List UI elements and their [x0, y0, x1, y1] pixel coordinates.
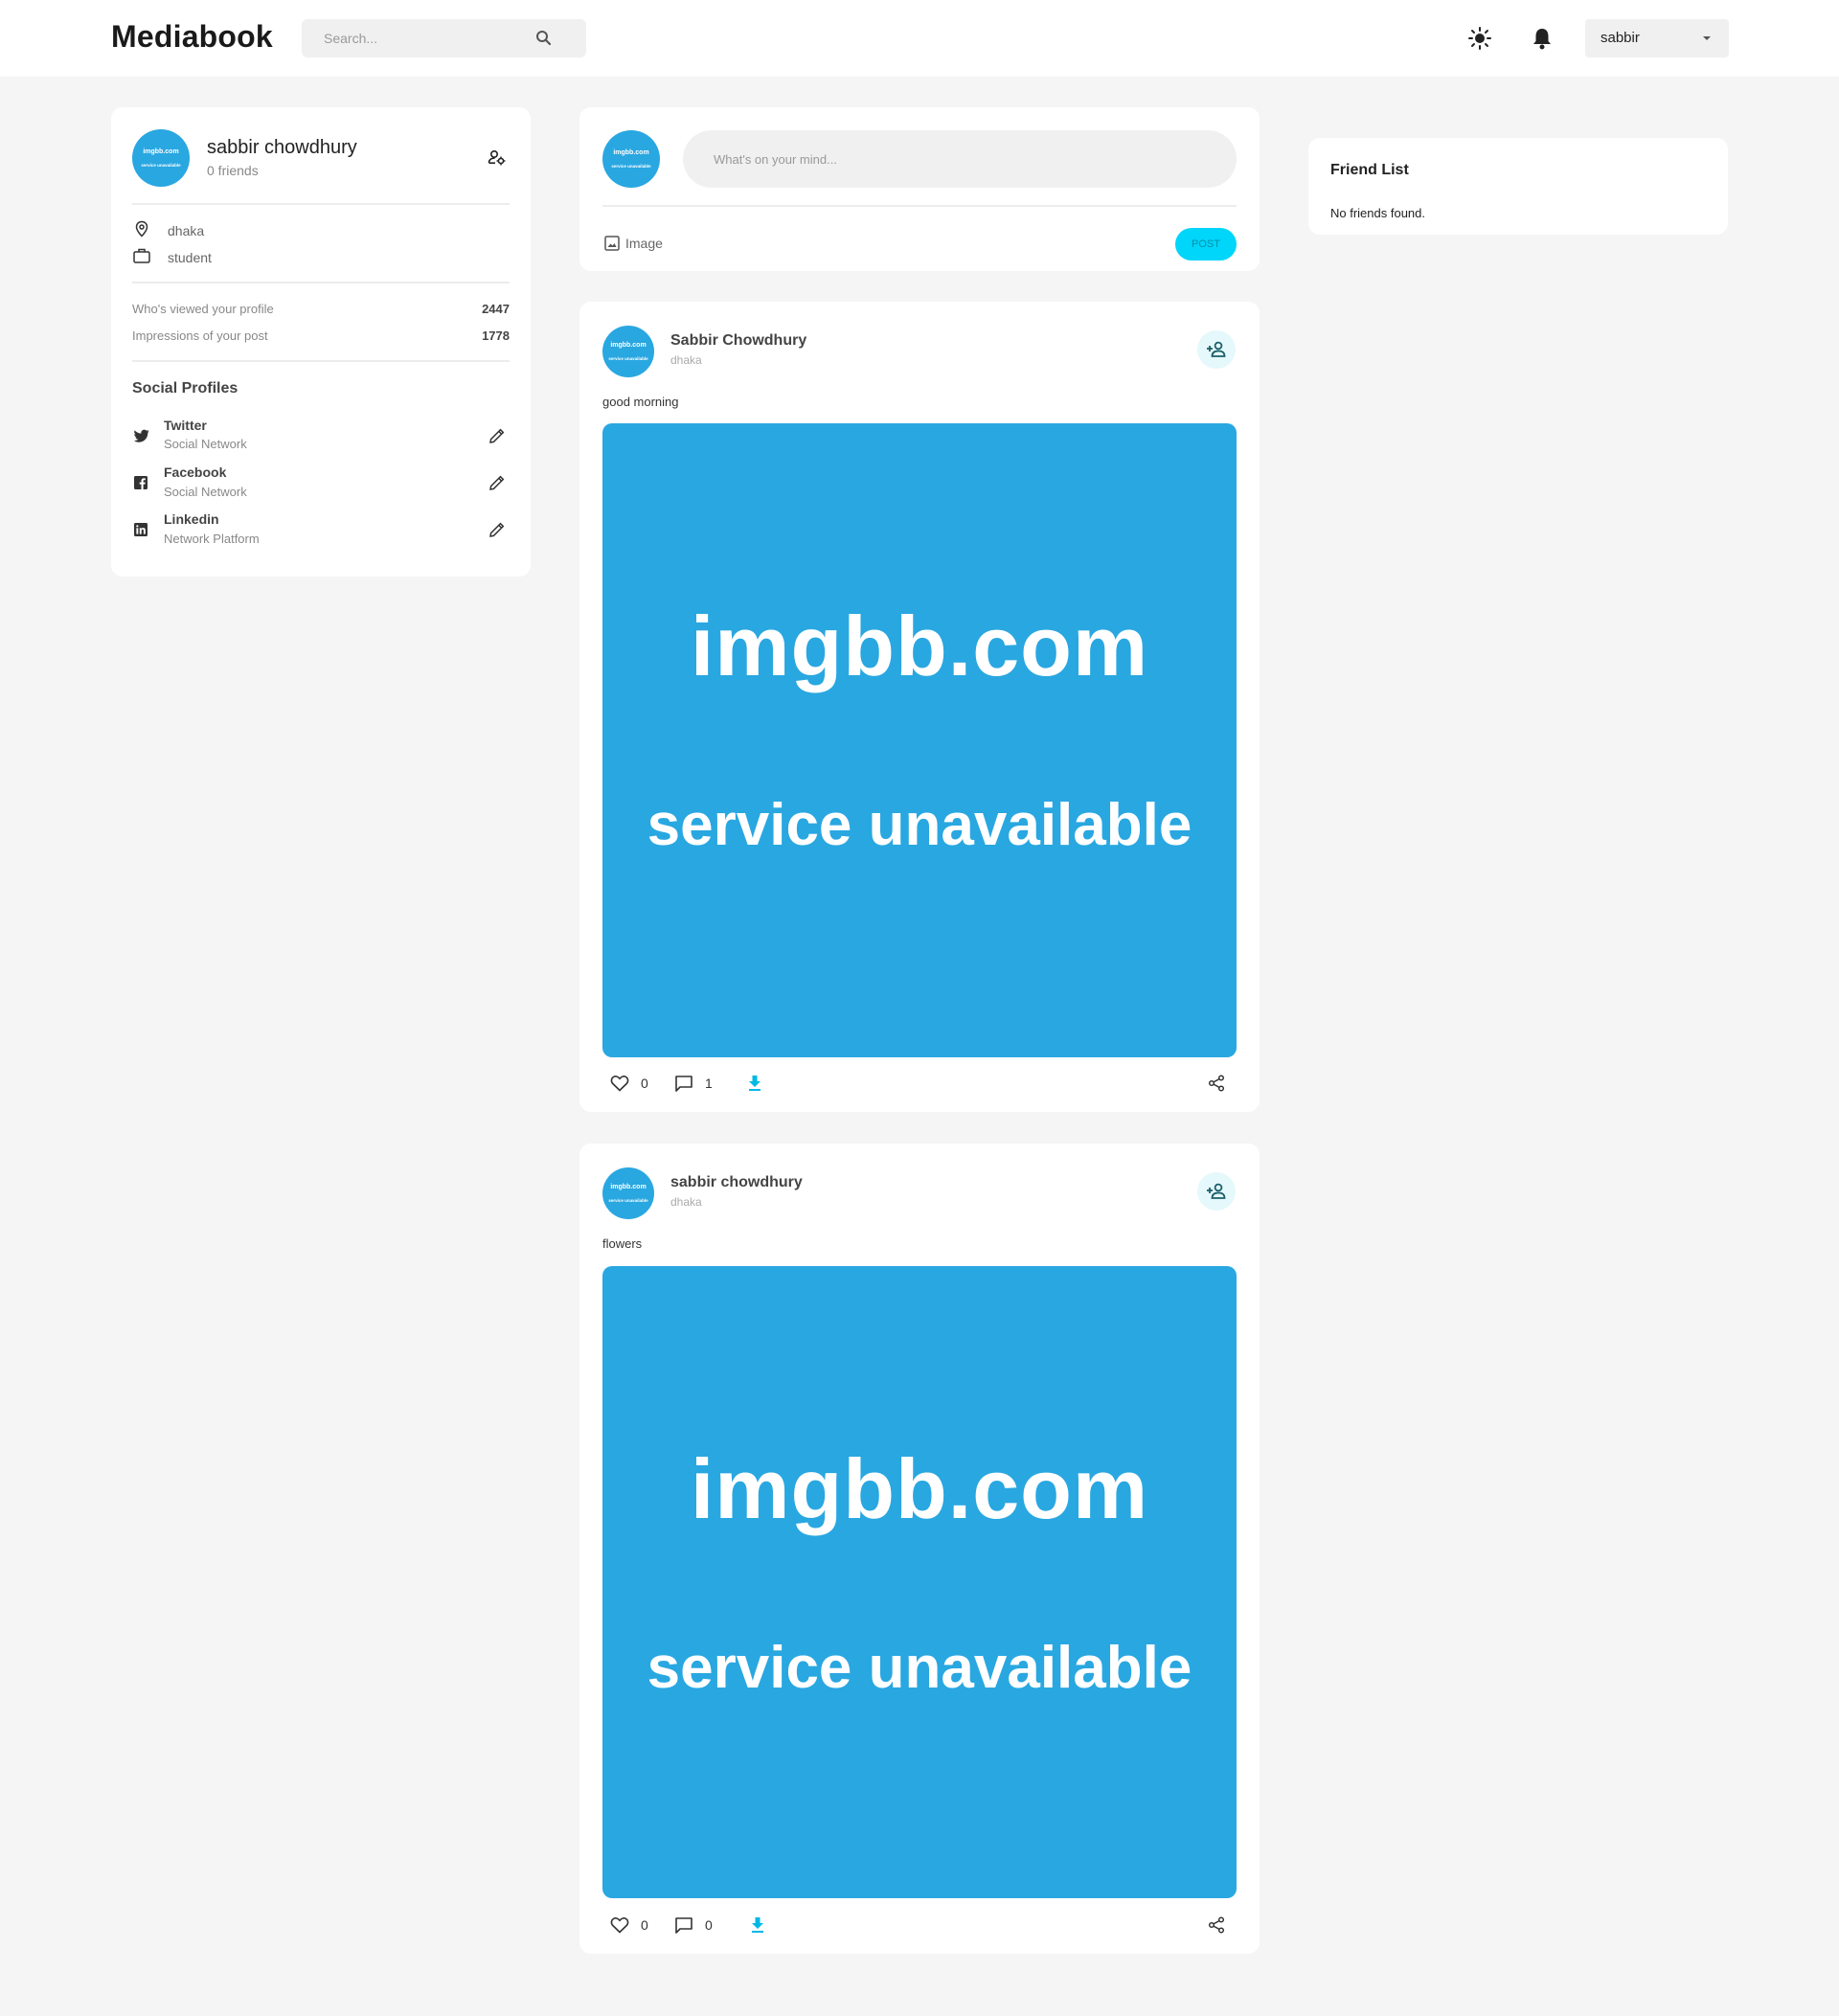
user-dropdown[interactable]: sabbir [1585, 19, 1729, 57]
post-image[interactable]: imgbb.com service unavailable [602, 1266, 1237, 1898]
post-button[interactable]: POST [1175, 228, 1237, 260]
composer-avatar[interactable]: imgbb.com service unavailable [602, 130, 660, 188]
profile-occupation: student [168, 250, 212, 265]
profile-avatar[interactable]: imgbb.com service unavailable [132, 129, 190, 187]
post-author-avatar[interactable]: imgbb.com service unavailable [602, 1167, 654, 1219]
profile-name[interactable]: sabbir chowdhury [207, 137, 357, 159]
add-friend-button[interactable] [1197, 1172, 1236, 1211]
linkedin-icon [134, 523, 148, 541]
divider [132, 203, 510, 205]
add-friend-icon [1207, 1183, 1226, 1199]
post-author-location: dhaka [670, 1195, 702, 1209]
divider [602, 205, 1237, 207]
profile-location: dhaka [168, 223, 205, 238]
post-author-name[interactable]: sabbir chowdhury [670, 1174, 803, 1191]
twitter-icon [134, 429, 149, 447]
comment-count: 0 [705, 1917, 713, 1933]
like-icon[interactable] [610, 1916, 629, 1938]
download-icon[interactable] [747, 1075, 762, 1097]
divider [132, 360, 510, 362]
social-twitter-name: Twitter [164, 418, 207, 433]
comment-icon[interactable] [674, 1916, 693, 1939]
manage-account-icon[interactable] [488, 148, 509, 170]
stat-value-profile-views: 2447 [482, 302, 510, 316]
app-logo[interactable]: Mediabook [111, 19, 273, 55]
briefcase-icon [132, 247, 151, 269]
social-facebook-desc: Social Network [164, 485, 247, 499]
like-icon[interactable] [610, 1075, 629, 1097]
social-twitter-desc: Social Network [164, 437, 247, 451]
social-profiles-heading: Social Profiles [132, 380, 238, 396]
edit-twitter-icon[interactable] [488, 427, 506, 449]
friend-list-card: Friend List No friends found. [1308, 138, 1728, 235]
caret-down-icon [1700, 32, 1714, 50]
search-icon[interactable] [534, 29, 554, 48]
post-text-input[interactable] [683, 130, 1237, 188]
image-upload-icon[interactable] [604, 236, 620, 256]
image-upload-label[interactable]: Image [625, 236, 663, 251]
like-count: 0 [641, 1917, 648, 1933]
post-author-location: dhaka [670, 353, 702, 367]
post-text: good morning [602, 395, 679, 409]
social-linkedin-name: Linkedin [164, 511, 219, 527]
add-friend-icon [1207, 341, 1226, 357]
divider [132, 282, 510, 283]
post-card: imgbb.com service unavailable sabbir cho… [579, 1144, 1260, 1954]
stat-value-impressions: 1778 [482, 328, 510, 343]
download-icon[interactable] [750, 1916, 765, 1938]
social-facebook-name: Facebook [164, 464, 227, 480]
add-friend-button[interactable] [1197, 330, 1236, 369]
comment-icon[interactable] [674, 1075, 693, 1098]
search-box [302, 19, 586, 57]
sun-icon[interactable] [1464, 23, 1495, 54]
friend-list-empty-message: No friends found. [1330, 206, 1426, 220]
facebook-icon [134, 476, 148, 494]
navbar: Mediabook sabbir [0, 0, 1839, 77]
post-author-name[interactable]: Sabbir Chowdhury [670, 332, 806, 350]
profile-friend-count: 0 friends [207, 163, 259, 178]
share-icon[interactable] [1208, 1075, 1225, 1097]
user-dropdown-label: sabbir [1601, 30, 1640, 46]
location-icon [134, 220, 149, 242]
search-input[interactable] [302, 19, 541, 57]
comment-count: 1 [705, 1076, 713, 1091]
profile-card: imgbb.com service unavailable sabbir cho… [111, 107, 531, 577]
post-text: flowers [602, 1236, 643, 1251]
edit-facebook-icon[interactable] [488, 474, 506, 496]
post-image[interactable]: imgbb.com service unavailable [602, 423, 1237, 1057]
edit-linkedin-icon[interactable] [488, 521, 506, 543]
social-linkedin-desc: Network Platform [164, 532, 260, 546]
stat-label-impressions: Impressions of your post [132, 328, 268, 343]
like-count: 0 [641, 1076, 648, 1091]
share-icon[interactable] [1208, 1916, 1225, 1938]
post-author-avatar[interactable]: imgbb.com service unavailable [602, 326, 654, 377]
notification-bell-icon[interactable] [1527, 23, 1557, 54]
friend-list-title: Friend List [1330, 162, 1409, 178]
post-card: imgbb.com service unavailable Sabbir Cho… [579, 302, 1260, 1112]
stat-label-profile-views: Who's viewed your profile [132, 302, 274, 316]
